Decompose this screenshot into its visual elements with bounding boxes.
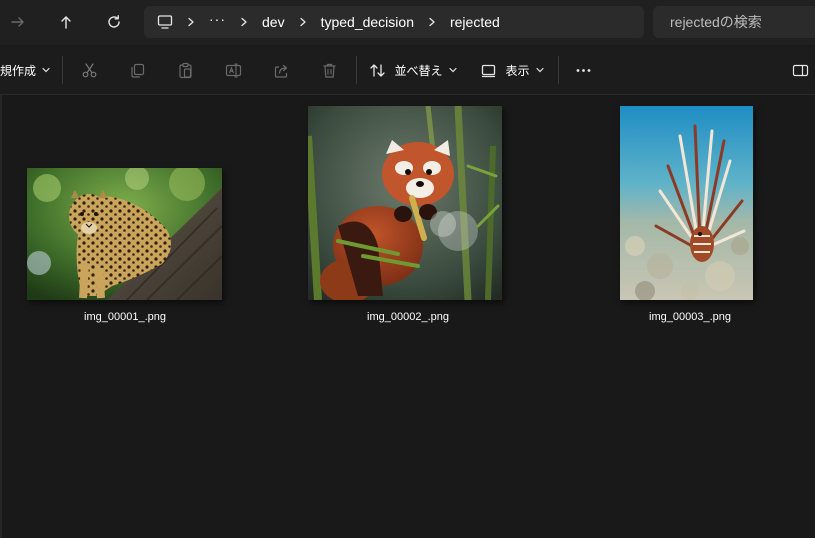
- search-input[interactable]: [668, 13, 815, 31]
- file-explorer-window: ··· dev typed_decision rejected 規作成: [0, 0, 815, 538]
- rename-button[interactable]: [216, 54, 250, 86]
- arrow-right-icon: [11, 17, 24, 27]
- sort-icon: [370, 63, 386, 77]
- copy-button[interactable]: [120, 54, 154, 86]
- sort-button[interactable]: 並べ替え: [366, 54, 460, 86]
- sort-button-label: 並べ替え: [394, 63, 443, 78]
- chevron-right-icon[interactable]: [239, 17, 249, 27]
- copy-icon: [130, 63, 144, 78]
- chevron-right-icon[interactable]: [186, 17, 196, 27]
- breadcrumb-item-dev[interactable]: dev: [262, 14, 285, 30]
- lionfish-image: [620, 106, 753, 300]
- cut-button[interactable]: [72, 54, 106, 86]
- details-pane-button[interactable]: [785, 54, 815, 86]
- more-options-button[interactable]: [566, 54, 600, 86]
- share-button[interactable]: [264, 54, 298, 86]
- thumbnail-lionfish: [620, 106, 753, 300]
- file-item[interactable]: img_00001_.png: [0, 95, 250, 335]
- ellipsis-icon: [576, 68, 590, 72]
- red-panda-image: [308, 106, 502, 300]
- file-name: img_00003_.png: [649, 311, 731, 323]
- delete-button[interactable]: [312, 54, 346, 86]
- arrow-up-icon: [61, 16, 71, 29]
- new-button[interactable]: 規作成: [0, 54, 52, 86]
- chevron-down-icon: [535, 67, 544, 73]
- breadcrumb-overflow-button[interactable]: ···: [209, 12, 226, 30]
- command-bar: 規作成 並べ替え 表示: [0, 46, 815, 95]
- new-button-label: 規作成: [0, 63, 37, 78]
- view-icon: [482, 64, 496, 77]
- up-button[interactable]: [49, 6, 83, 38]
- chevron-down-icon: [448, 67, 457, 73]
- rename-icon: [225, 62, 241, 78]
- file-item[interactable]: img_00003_.png: [590, 95, 790, 335]
- file-view: img_00001_.png img_00002_.png img_00003_…: [0, 95, 815, 538]
- delete-icon: [323, 63, 335, 78]
- view-button[interactable]: 表示: [474, 54, 550, 86]
- share-icon: [274, 64, 287, 78]
- paste-button[interactable]: [168, 54, 202, 86]
- view-button-label: 表示: [505, 63, 530, 78]
- cut-icon: [82, 62, 96, 77]
- file-item[interactable]: img_00002_.png: [280, 95, 540, 335]
- address-bar-row: ··· dev typed_decision rejected: [0, 0, 815, 45]
- thumbnail-leopard: [27, 168, 222, 300]
- breadcrumb-item-rejected[interactable]: rejected: [450, 14, 500, 30]
- refresh-icon: [108, 15, 120, 28]
- search-box[interactable]: [653, 6, 815, 38]
- file-name: img_00002_.png: [367, 311, 449, 323]
- breadcrumb[interactable]: ··· dev typed_decision rejected: [144, 6, 644, 38]
- details-pane-icon: [792, 64, 808, 76]
- chevron-down-icon: [42, 67, 50, 73]
- thumbnail-red-panda: [308, 106, 502, 300]
- file-name: img_00001_.png: [84, 311, 166, 323]
- toolbar-divider: [558, 56, 559, 84]
- toolbar-divider: [356, 56, 357, 84]
- paste-icon: [178, 62, 192, 78]
- chevron-right-icon[interactable]: [427, 17, 437, 27]
- breadcrumb-item-typed-decision[interactable]: typed_decision: [321, 14, 414, 30]
- monitor-icon[interactable]: [157, 14, 173, 30]
- refresh-button[interactable]: [97, 6, 131, 38]
- leopard-image: [27, 168, 222, 300]
- forward-button[interactable]: [1, 6, 35, 38]
- toolbar-divider: [62, 56, 63, 84]
- chevron-right-icon[interactable]: [298, 17, 308, 27]
